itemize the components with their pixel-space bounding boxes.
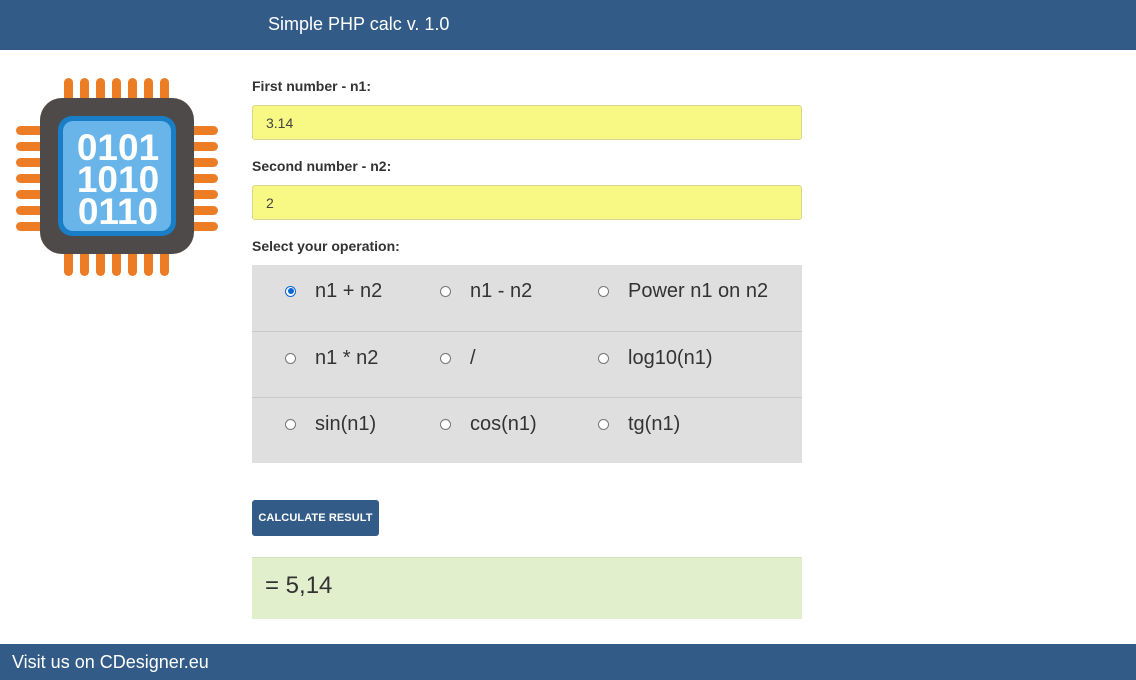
operation-power-radio[interactable] [598,285,609,297]
operation-add-radio[interactable] [285,285,296,297]
operation-subtract-label: n1 - n2 [470,279,533,302]
operation-log10-label: log10(n1) [628,346,713,369]
operation-label: Select your operation: [252,238,400,254]
header-bar: Simple PHP calc v. 1.0 [0,0,1136,50]
operation-log10-radio[interactable] [598,352,609,364]
operation-power-option[interactable]: Power n1 on n2 [598,265,768,317]
operation-subtract-radio[interactable] [440,285,451,297]
operation-power-label: Power n1 on n2 [628,279,769,302]
second-number-label: Second number - n2: [252,158,392,174]
result-panel: = 5,14 [252,557,802,619]
cpu-chip-icon: 0101 1010 0110 [14,76,220,278]
operation-add-label: n1 + n2 [315,279,383,302]
operation-tg-option[interactable]: tg(n1) [598,398,680,450]
footer-link[interactable]: Visit us on CDesigner.eu [12,652,209,672]
operation-multiply-option[interactable]: n1 * n2 [285,332,378,384]
operation-divide-radio[interactable] [440,352,451,364]
operation-add-option[interactable]: n1 + n2 [285,265,382,317]
operation-cos-option[interactable]: cos(n1) [440,398,537,450]
operation-divide-option[interactable]: / [440,332,476,384]
operation-sin-label: sin(n1) [315,412,377,435]
footer-bar: Visit us on CDesigner.eu [0,644,1136,680]
operation-row: n1 * n2 / log10(n1) [252,331,802,398]
operation-sin-option[interactable]: sin(n1) [285,398,376,450]
operation-multiply-label: n1 * n2 [315,346,379,369]
operation-divide-label: / [470,346,476,369]
first-number-input[interactable] [252,105,802,140]
result-value: = 5,14 [265,572,333,599]
operation-group: n1 + n2 n1 - n2 Power n1 on n2 n1 * n2 / [252,265,802,463]
operation-log10-option[interactable]: log10(n1) [598,332,713,384]
operation-tg-label: tg(n1) [628,412,681,435]
operation-subtract-option[interactable]: n1 - n2 [440,265,532,317]
operation-multiply-radio[interactable] [285,352,296,364]
operation-cos-label: cos(n1) [470,412,537,435]
operation-cos-radio[interactable] [440,418,451,430]
operation-row: n1 + n2 n1 - n2 Power n1 on n2 [252,265,802,331]
calculate-result-button[interactable]: CALCULATE RESULT [252,500,379,536]
app-title: Simple PHP calc v. 1.0 [268,14,450,34]
operation-sin-radio[interactable] [285,418,296,430]
first-number-label: First number - n1: [252,78,372,94]
second-number-input[interactable] [252,185,802,220]
operation-row: sin(n1) cos(n1) tg(n1) [252,397,802,464]
operation-tg-radio[interactable] [598,418,609,430]
chip-binary-line: 0110 [78,191,158,232]
